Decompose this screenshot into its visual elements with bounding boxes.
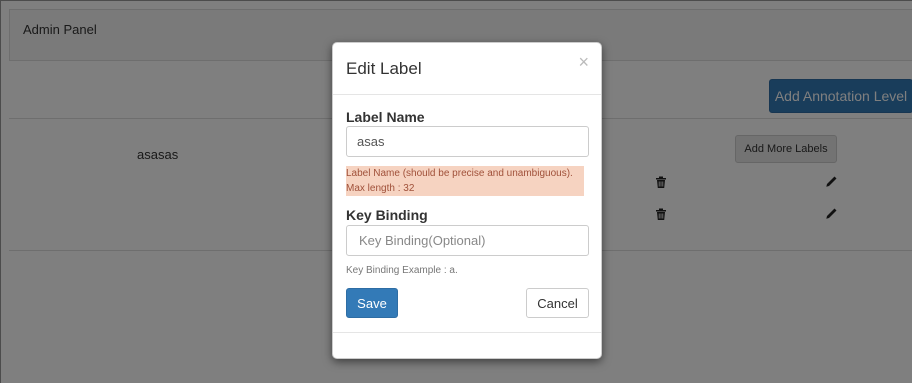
- modal-title: Edit Label: [346, 59, 422, 78]
- label-name-input[interactable]: [346, 126, 589, 157]
- edit-label-modal: Edit Label × Label Name Label Name (shou…: [332, 42, 602, 359]
- key-binding-label: Key Binding: [346, 207, 428, 223]
- modal-footer-divider: [333, 332, 601, 333]
- key-binding-input[interactable]: [346, 225, 589, 256]
- close-icon[interactable]: ×: [578, 53, 589, 71]
- save-button[interactable]: Save: [346, 288, 398, 318]
- label-name-help-line2: Max length : 32: [346, 183, 415, 194]
- label-name-label: Label Name: [346, 109, 425, 125]
- key-binding-help: Key Binding Example : a.: [346, 265, 458, 276]
- label-name-help-line1: Label Name (should be precise and unambi…: [346, 168, 573, 179]
- label-name-help: Label Name (should be precise and unambi…: [346, 166, 584, 196]
- cancel-button[interactable]: Cancel: [526, 288, 589, 318]
- modal-header: Edit Label ×: [333, 43, 601, 95]
